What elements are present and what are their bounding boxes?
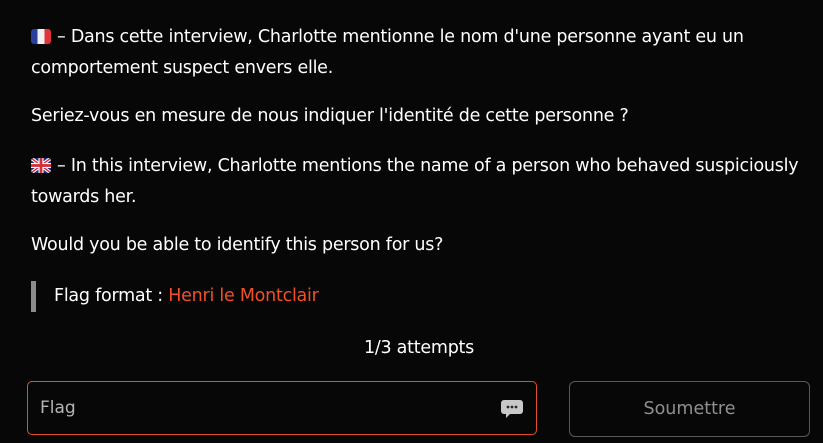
flag-input-container: [27, 381, 537, 435]
flag-format-blockquote: Flag format : Henri le Montclair: [31, 281, 319, 312]
submit-button[interactable]: Soumettre: [569, 381, 810, 437]
challenge-text-french: – Dans cette interview, Charlotte mentio…: [31, 22, 744, 84]
english-intro-line1: – In this interview, Charlotte mentions …: [57, 156, 799, 176]
password-dots-icon[interactable]: [500, 399, 524, 419]
english-intro-line2: towards her.: [31, 187, 137, 207]
french-question: Seriez-vous en mesure de nous indiquer l…: [31, 106, 629, 126]
flag-input[interactable]: [28, 382, 536, 434]
french-intro-line1: – Dans cette interview, Charlotte mentio…: [57, 27, 744, 47]
english-question: Would you be able to identify this perso…: [31, 235, 444, 255]
attempts-counter: 1/3 attempts: [363, 338, 475, 358]
challenge-text-english: – In this interview, Charlotte mentions …: [31, 151, 799, 213]
french-flag-icon: [31, 29, 51, 44]
flag-format-label: Flag format :: [54, 286, 169, 306]
flag-format-example: Henri le Montclair: [168, 286, 319, 306]
uk-flag-icon: [31, 158, 51, 173]
french-intro-line2: comportement suspect envers elle.: [31, 58, 334, 78]
